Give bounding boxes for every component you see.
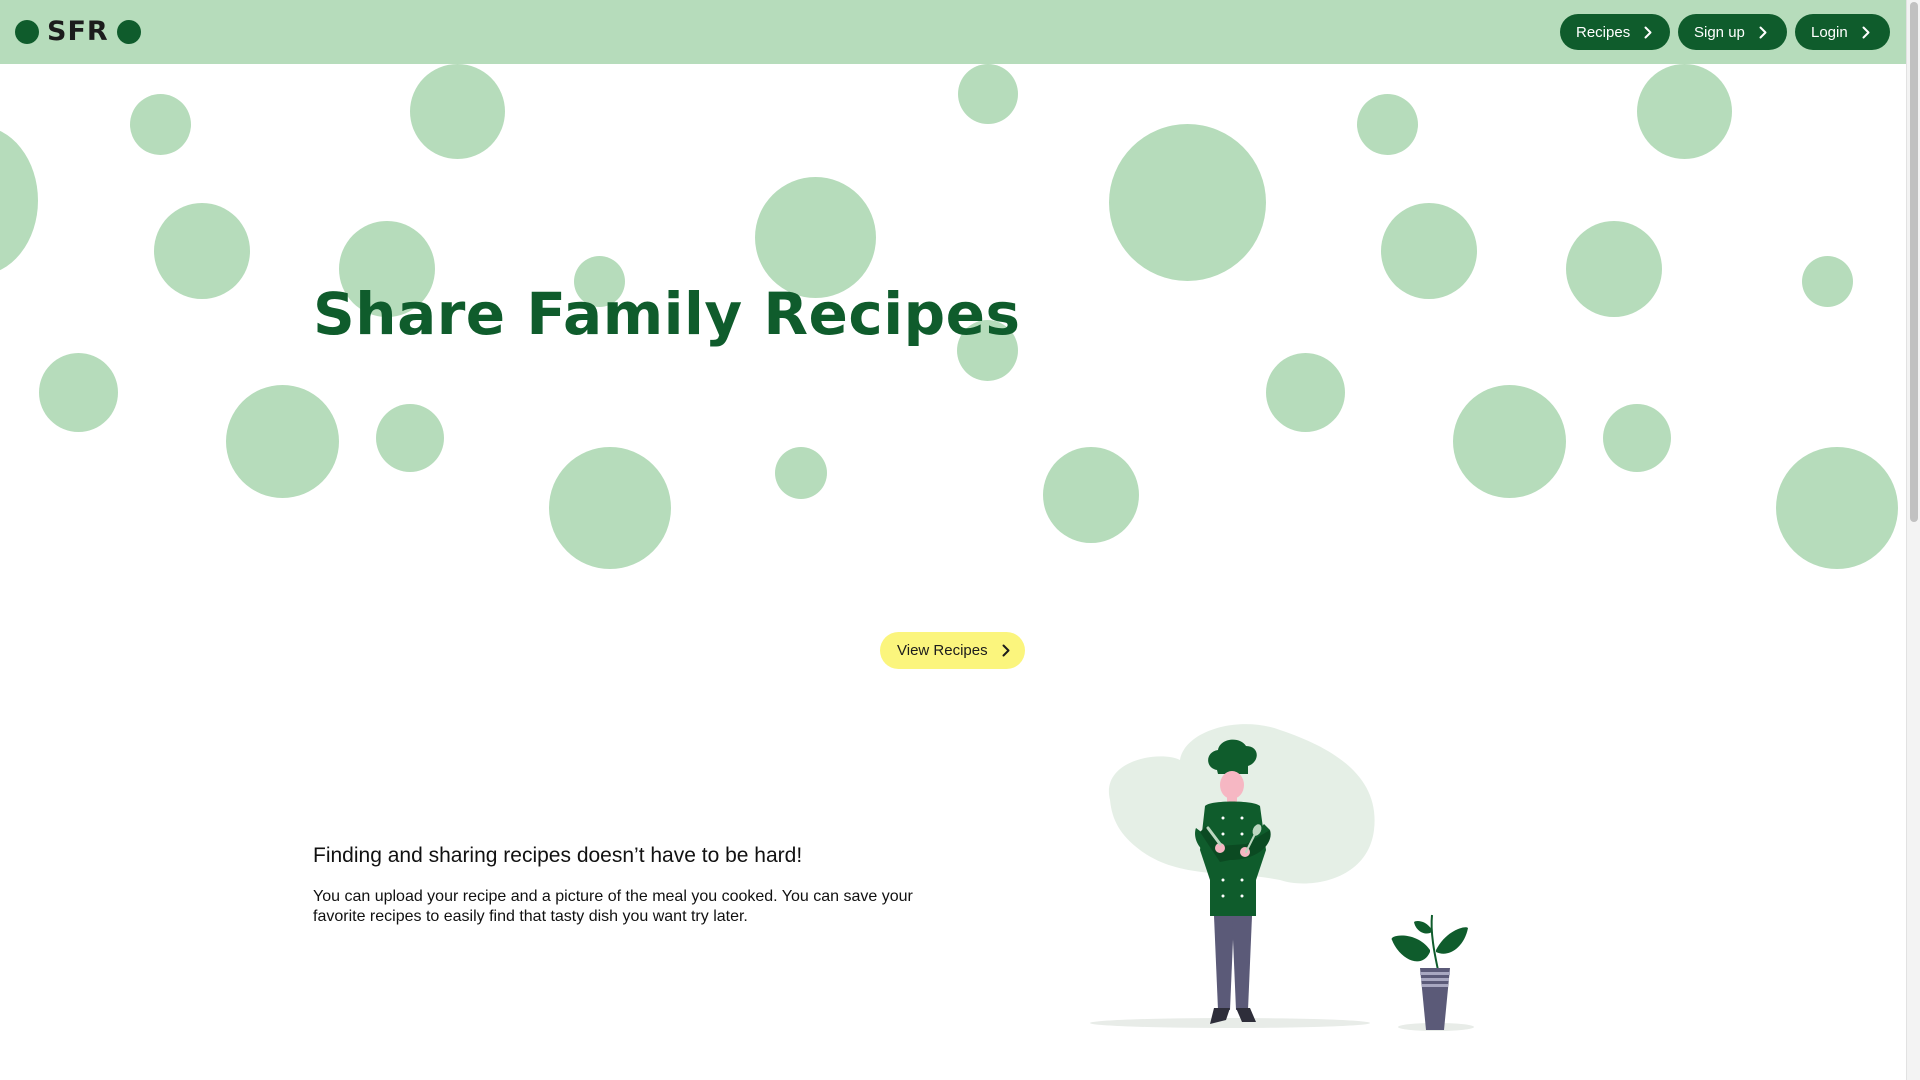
bubble [1637,64,1732,159]
nav-menu: Recipes Sign up Login [1560,14,1890,50]
info-heading: Finding and sharing recipes doesn’t have… [313,844,803,867]
nav-signup-button[interactable]: Sign up [1678,14,1787,50]
chef-illustration [1090,724,1474,1031]
bubble [549,447,671,569]
bubble [958,64,1018,124]
hero-title: Share Family Recipes [313,280,1021,348]
bubble [1381,203,1477,299]
bubble [1043,447,1139,543]
bubble [1453,385,1566,498]
site-logo[interactable]: SFR [15,18,141,46]
nav-recipes-button[interactable]: Recipes [1560,14,1670,50]
chevron-right-icon [1759,26,1767,39]
view-recipes-button[interactable]: View Recipes [880,632,1025,669]
logo-text: SFR [47,16,109,47]
chevron-right-icon [1644,26,1652,39]
logo-dot-left [15,20,39,44]
nav-login-button[interactable]: Login [1795,14,1890,50]
bubble [0,126,38,275]
info-description: You can upload your recipe and a picture… [313,888,913,925]
nav-login-label: Login [1811,23,1848,41]
bubble [39,353,118,432]
top-navbar: SFR Recipes Sign up Login [0,0,1906,64]
chevron-right-icon [1002,644,1010,657]
chevron-right-icon [1862,26,1870,39]
bubble [1109,124,1266,281]
bubble [1802,256,1853,307]
logo-dot-right [116,20,141,44]
bubble [1566,221,1662,317]
nav-recipes-label: Recipes [1576,23,1631,41]
bubble [130,94,191,155]
bubble [1603,404,1671,472]
plant-illustration [1391,914,1468,1030]
bubble [410,64,505,159]
page: SFR Recipes Sign up Login Share Family R… [0,0,1920,1080]
scrollbar-thumb[interactable] [1910,2,1918,522]
page-scrollbar[interactable] [1906,0,1920,1080]
bubble [1776,447,1898,569]
bubble [376,404,444,472]
view-recipes-label: View Recipes [897,642,988,659]
nav-signup-label: Sign up [1694,23,1745,41]
bubble [226,385,339,498]
bubble [1357,94,1418,155]
bubble [154,203,250,299]
bubble [1266,353,1345,432]
bubble [775,447,827,499]
